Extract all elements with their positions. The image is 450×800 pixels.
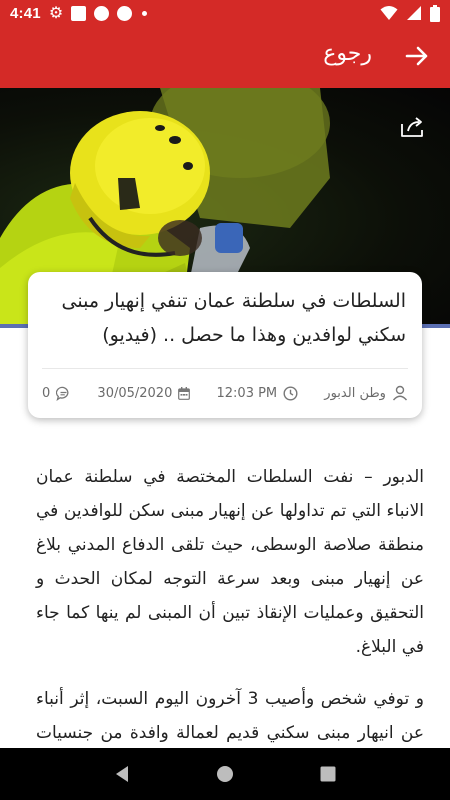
clock-icon (283, 385, 298, 401)
publish-time: 12:03 PM (216, 385, 278, 401)
wifi-icon (380, 6, 398, 20)
time-meta: 12:03 PM (217, 386, 299, 401)
back-label[interactable]: رجوع (323, 41, 372, 66)
user-icon (392, 385, 407, 401)
battery-icon (430, 4, 440, 22)
status-bar: 4:41 ⚙ (0, 0, 450, 26)
status-time: 4:41 (10, 4, 41, 22)
comments-meta[interactable]: 0 (42, 386, 71, 401)
author-meta: وطن الدبور (324, 385, 408, 401)
divider (42, 368, 408, 369)
notification-square-icon (71, 5, 87, 21)
nav-back-icon[interactable] (112, 764, 132, 784)
date-meta: 30/05/2020 (97, 385, 191, 401)
system-nav-bar (0, 748, 450, 800)
article-header-card: السلطات في سلطنة عمان تنفي إنهيار مبنى س… (28, 272, 422, 418)
settings-icon: ⚙ (48, 5, 64, 22)
nav-recents-icon[interactable] (318, 764, 338, 784)
article-meta: وطن الدبور 12:03 PM 30/05/2020 0 (42, 378, 408, 408)
comment-icon (56, 386, 69, 401)
app-bar: رجوع (0, 26, 450, 88)
share-icon[interactable] (400, 116, 426, 138)
article-title: السلطات في سلطنة عمان تنفي إنهيار مبنى س… (61, 290, 406, 346)
publish-date: 30/05/2020 (97, 385, 173, 401)
author-name: وطن الدبور (324, 385, 386, 401)
signal-icon (407, 6, 421, 20)
calendar-icon (178, 386, 191, 400)
nav-home-icon[interactable] (215, 764, 235, 784)
notification-circle-icon (94, 5, 110, 21)
notification-circle-icon (117, 5, 133, 21)
back-arrow-icon[interactable] (404, 43, 430, 69)
article-paragraph: الدبور – نفت السلطات المختصة في سلطنة عم… (36, 467, 424, 657)
comment-count: 0 (42, 385, 51, 401)
more-notifications-dot-icon (142, 10, 148, 16)
